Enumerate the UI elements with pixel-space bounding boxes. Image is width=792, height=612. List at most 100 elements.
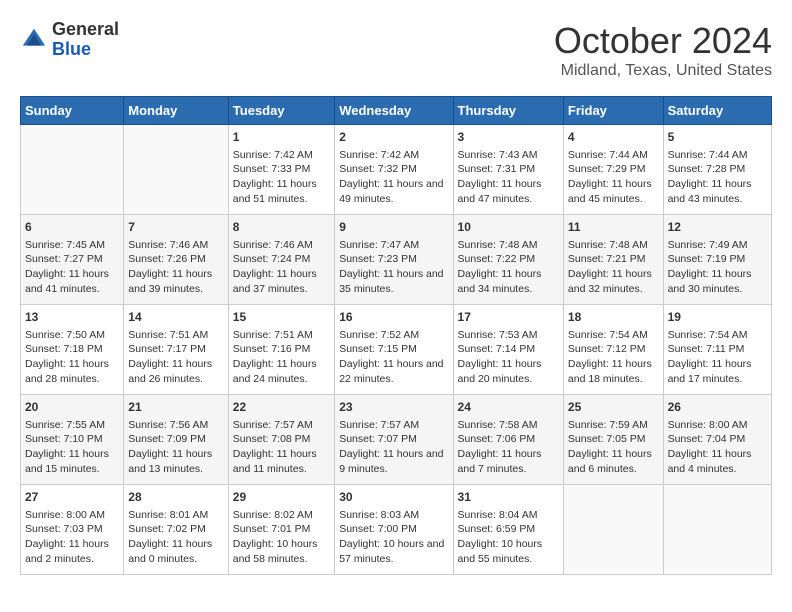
cell-content: Sunset: 7:10 PM <box>25 432 119 447</box>
cell-content: Daylight: 11 hours and 49 minutes. <box>339 177 448 206</box>
calendar-cell: 12Sunrise: 7:49 AMSunset: 7:19 PMDayligh… <box>663 215 771 305</box>
cell-content: Daylight: 11 hours and 24 minutes. <box>233 357 330 386</box>
calendar-cell: 8Sunrise: 7:46 AMSunset: 7:24 PMDaylight… <box>228 215 334 305</box>
cell-content: Sunset: 7:04 PM <box>668 432 767 447</box>
header-day-monday: Monday <box>124 97 229 125</box>
day-number: 1 <box>233 129 330 146</box>
header-day-saturday: Saturday <box>663 97 771 125</box>
cell-content: Daylight: 11 hours and 6 minutes. <box>568 447 659 476</box>
calendar-cell: 16Sunrise: 7:52 AMSunset: 7:15 PMDayligh… <box>335 305 453 395</box>
calendar-cell: 25 Sunrise: 7:59 AMSunset: 7:05 PMDayligh… <box>563 395 663 485</box>
cell-content: Sunset: 7:27 PM <box>25 252 119 267</box>
day-number: 25 <box>568 399 659 416</box>
calendar-cell: 11Sunrise: 7:48 AMSunset: 7:21 PMDayligh… <box>563 215 663 305</box>
cell-content: Sunrise: 7:51 AM <box>233 328 330 343</box>
cell-content: Sunset: 7:09 PM <box>128 432 224 447</box>
calendar-header: SundayMondayTuesdayWednesdayThursdayFrid… <box>21 97 772 125</box>
calendar-cell: 30Sunrise: 8:03 AMSunset: 7:00 PMDayligh… <box>335 485 453 575</box>
cell-content: Daylight: 11 hours and 47 minutes. <box>458 177 559 206</box>
calendar-cell: 7Sunrise: 7:46 AMSunset: 7:26 PMDaylight… <box>124 215 229 305</box>
day-number: 15 <box>233 309 330 326</box>
logo-icon <box>20 26 48 54</box>
calendar-cell: 2Sunrise: 7:42 AMSunset: 7:32 PMDaylight… <box>335 125 453 215</box>
cell-content: Sunset: 7:03 PM <box>25 522 119 537</box>
calendar-week-5: 27Sunrise: 8:00 AMSunset: 7:03 PMDayligh… <box>21 485 772 575</box>
cell-content: Daylight: 11 hours and 37 minutes. <box>233 267 330 296</box>
cell-content: Daylight: 11 hours and 11 minutes. <box>233 447 330 476</box>
month-title: October 2024 <box>554 20 772 62</box>
day-number: 9 <box>339 219 448 236</box>
cell-content: Sunset: 7:14 PM <box>458 342 559 357</box>
cell-content: Daylight: 11 hours and 45 minutes. <box>568 177 659 206</box>
calendar-cell: 23Sunrise: 7:57 AMSunset: 7:07 PMDayligh… <box>335 395 453 485</box>
cell-content: Daylight: 11 hours and 20 minutes. <box>458 357 559 386</box>
cell-content: Daylight: 11 hours and 30 minutes. <box>668 267 767 296</box>
cell-content: Daylight: 10 hours and 58 minutes. <box>233 537 330 566</box>
cell-content: Sunrise: 7:43 AM <box>458 148 559 163</box>
cell-content: Daylight: 11 hours and 26 minutes. <box>128 357 224 386</box>
calendar-week-4: 20Sunrise: 7:55 AMSunset: 7:10 PMDayligh… <box>21 395 772 485</box>
calendar-cell: 15Sunrise: 7:51 AMSunset: 7:16 PMDayligh… <box>228 305 334 395</box>
cell-content: Daylight: 10 hours and 57 minutes. <box>339 537 448 566</box>
cell-content: Sunrise: 8:01 AM <box>128 508 224 523</box>
cell-content: Sunrise: 7:47 AM <box>339 238 448 253</box>
cell-content: Sunset: 7:11 PM <box>668 342 767 357</box>
cell-content: Sunrise: 8:00 AM <box>25 508 119 523</box>
calendar-cell: 19Sunrise: 7:54 AMSunset: 7:11 PMDayligh… <box>663 305 771 395</box>
cell-content: Sunrise: 7:56 AM <box>128 418 224 433</box>
day-number: 19 <box>668 309 767 326</box>
calendar-cell: 18Sunrise: 7:54 AMSunset: 7:12 PMDayligh… <box>563 305 663 395</box>
cell-content: Sunrise: 7:59 AM <box>568 418 659 433</box>
day-number: 21 <box>128 399 224 416</box>
cell-content: Sunset: 7:32 PM <box>339 162 448 177</box>
cell-content: Daylight: 11 hours and 22 minutes. <box>339 357 448 386</box>
cell-content: Sunrise: 7:54 AM <box>568 328 659 343</box>
day-number: 13 <box>25 309 119 326</box>
calendar-body: 1Sunrise: 7:42 AMSunset: 7:33 PMDaylight… <box>21 125 772 575</box>
cell-content: Sunrise: 7:48 AM <box>458 238 559 253</box>
cell-content: Sunrise: 7:46 AM <box>233 238 330 253</box>
calendar-cell: 4Sunrise: 7:44 AMSunset: 7:29 PMDaylight… <box>563 125 663 215</box>
cell-content: Daylight: 11 hours and 34 minutes. <box>458 267 559 296</box>
day-number: 29 <box>233 489 330 506</box>
cell-content: Daylight: 11 hours and 18 minutes. <box>568 357 659 386</box>
cell-content: Sunset: 7:05 PM <box>568 432 659 447</box>
cell-content: Sunrise: 7:46 AM <box>128 238 224 253</box>
cell-content: Daylight: 11 hours and 39 minutes. <box>128 267 224 296</box>
calendar-table: SundayMondayTuesdayWednesdayThursdayFrid… <box>20 96 772 575</box>
cell-content: Sunrise: 7:57 AM <box>339 418 448 433</box>
cell-content: Sunrise: 7:51 AM <box>128 328 224 343</box>
header-row: SundayMondayTuesdayWednesdayThursdayFrid… <box>21 97 772 125</box>
day-number: 11 <box>568 219 659 236</box>
cell-content: Sunset: 7:01 PM <box>233 522 330 537</box>
calendar-cell: 17Sunrise: 7:53 AMSunset: 7:14 PMDayligh… <box>453 305 563 395</box>
calendar-cell: 13Sunrise: 7:50 AMSunset: 7:18 PMDayligh… <box>21 305 124 395</box>
cell-content: Sunrise: 8:02 AM <box>233 508 330 523</box>
calendar-week-2: 6Sunrise: 7:45 AMSunset: 7:27 PMDaylight… <box>21 215 772 305</box>
calendar-cell: 9Sunrise: 7:47 AMSunset: 7:23 PMDaylight… <box>335 215 453 305</box>
cell-content: Sunrise: 7:57 AM <box>233 418 330 433</box>
cell-content: Sunrise: 7:42 AM <box>233 148 330 163</box>
cell-content: Daylight: 11 hours and 35 minutes. <box>339 267 448 296</box>
cell-content: Sunset: 7:24 PM <box>233 252 330 267</box>
cell-content: Sunset: 7:31 PM <box>458 162 559 177</box>
header-day-sunday: Sunday <box>21 97 124 125</box>
cell-content: Sunrise: 8:04 AM <box>458 508 559 523</box>
cell-content: Sunset: 7:15 PM <box>339 342 448 357</box>
cell-content: Sunset: 7:06 PM <box>458 432 559 447</box>
cell-content: Sunrise: 7:54 AM <box>668 328 767 343</box>
calendar-cell: 24Sunrise: 7:58 AMSunset: 7:06 PMDayligh… <box>453 395 563 485</box>
day-number: 10 <box>458 219 559 236</box>
calendar-cell: 21Sunrise: 7:56 AMSunset: 7:09 PMDayligh… <box>124 395 229 485</box>
day-number: 5 <box>668 129 767 146</box>
calendar-cell: 10Sunrise: 7:48 AMSunset: 7:22 PMDayligh… <box>453 215 563 305</box>
cell-content: Sunrise: 8:00 AM <box>668 418 767 433</box>
cell-content: Daylight: 11 hours and 2 minutes. <box>25 537 119 566</box>
cell-content: Daylight: 11 hours and 41 minutes. <box>25 267 119 296</box>
cell-content: Daylight: 10 hours and 55 minutes. <box>458 537 559 566</box>
calendar-cell: 22Sunrise: 7:57 AMSunset: 7:08 PMDayligh… <box>228 395 334 485</box>
cell-content: Sunset: 6:59 PM <box>458 522 559 537</box>
cell-content: Sunrise: 7:44 AM <box>668 148 767 163</box>
day-number: 20 <box>25 399 119 416</box>
location: Midland, Texas, United States <box>554 62 772 80</box>
